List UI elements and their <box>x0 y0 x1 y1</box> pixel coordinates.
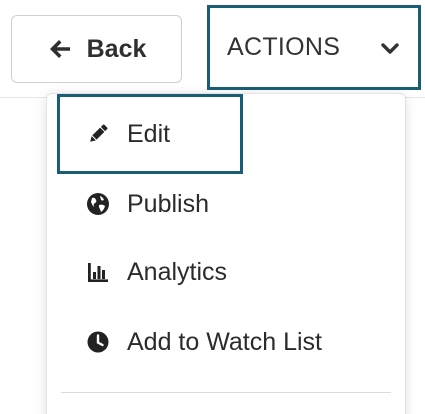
actions-menu: Edit Publish Analytics Add to Watch List <box>46 93 406 414</box>
menu-item-label: Edit <box>127 119 171 148</box>
back-button-label: Back <box>86 34 147 63</box>
menu-item-publish[interactable]: Publish <box>47 174 405 234</box>
pencil-icon <box>85 121 111 147</box>
menu-item-analytics[interactable]: Analytics <box>47 242 405 302</box>
actions-dropdown-button[interactable]: ACTIONS <box>207 5 421 90</box>
menu-item-add-to-watch-list[interactable]: Add to Watch List <box>47 312 405 372</box>
menu-item-edit[interactable]: Edit <box>47 104 405 164</box>
menu-item-label: Add to Watch List <box>127 327 322 356</box>
globe-icon <box>85 191 111 217</box>
menu-item-label: Publish <box>127 189 209 218</box>
page: Back ACTIONS Edit Publish Analytics Add … <box>0 0 425 414</box>
arrow-left-icon <box>47 36 73 62</box>
chevron-down-icon <box>379 37 401 59</box>
clock-icon <box>85 329 111 355</box>
back-button[interactable]: Back <box>11 15 182 83</box>
menu-item-label: Analytics <box>127 257 228 286</box>
actions-button-label: ACTIONS <box>227 33 341 61</box>
menu-divider <box>61 392 391 393</box>
bar-chart-icon <box>85 259 111 285</box>
